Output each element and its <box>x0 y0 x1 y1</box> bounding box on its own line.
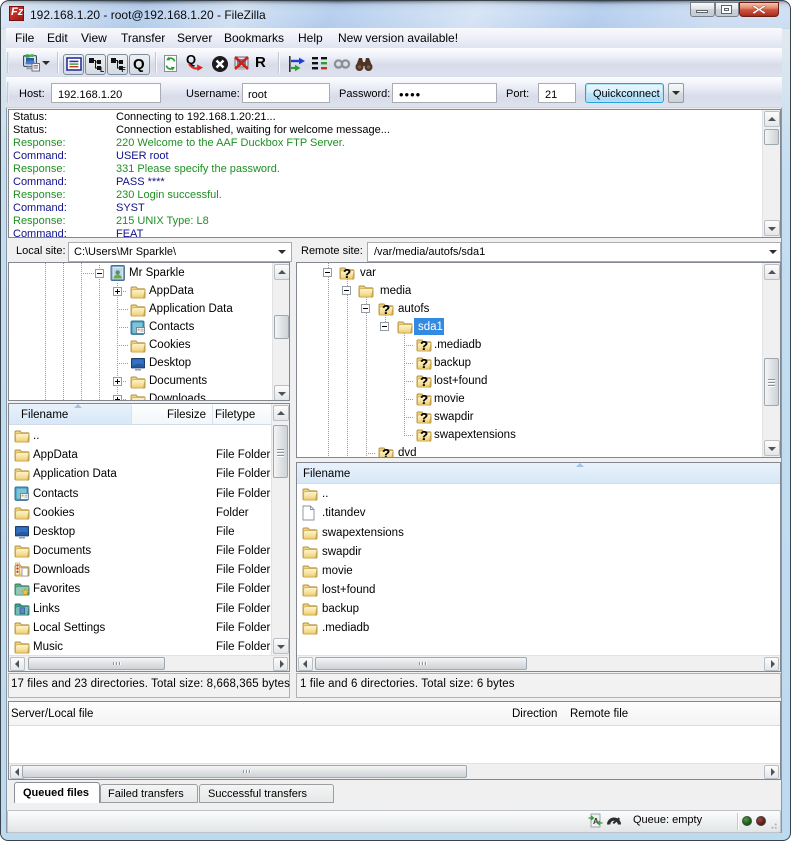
svg-text:L: L <box>100 67 104 73</box>
svg-text:F: F <box>121 67 126 73</box>
